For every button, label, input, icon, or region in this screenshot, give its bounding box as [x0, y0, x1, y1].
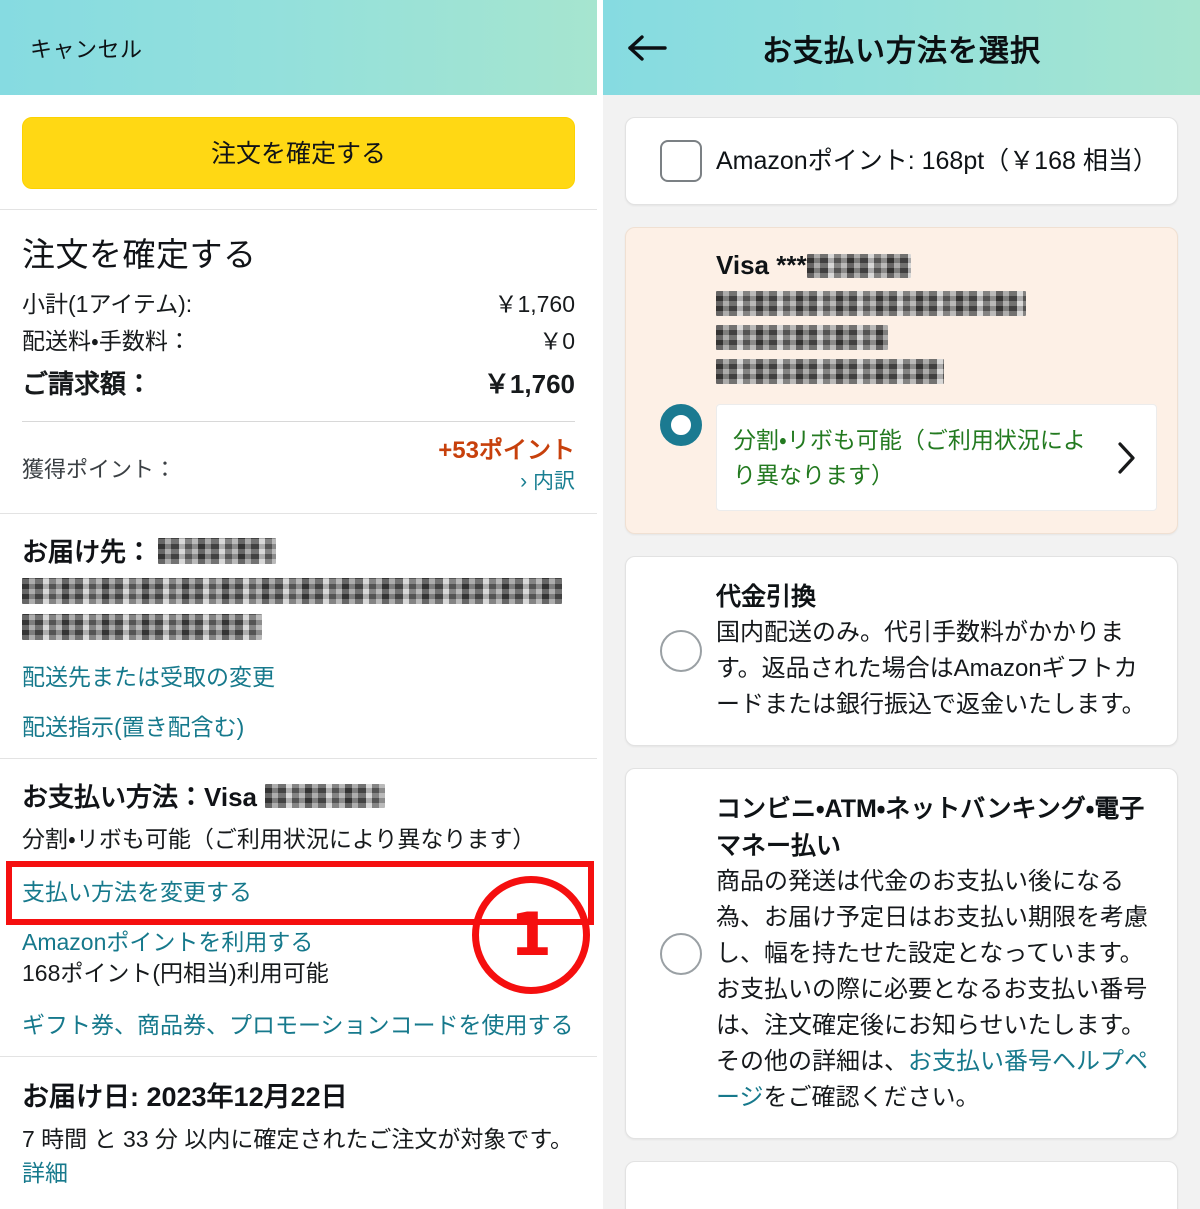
- convenience-atm-description: 商品の発送は代金のお支払い後になる為、お届け予定日はお支払い期限を考慮し、幅を持…: [716, 864, 1157, 1116]
- place-order-button-container: 注文を確定する: [0, 95, 597, 209]
- redacted-recipient-name: [158, 537, 277, 564]
- payment-options-list: Amazonポイント: 168pt（￥168 相当） Visa *** 分割・リ…: [603, 95, 1200, 1209]
- redacted-address-line-2: [22, 614, 262, 641]
- left-appbar: キャンセル: [0, 0, 597, 95]
- convenience-atm-body: コンビニ・ATM・ネットバンキング・電子マネー払い 商品の発送は代金のお支払い後…: [716, 791, 1157, 1116]
- cod-description: 国内配送のみ。代引手数料がかかります。返品された場合はAmazonギフトカードま…: [716, 619, 1146, 719]
- payment-option-cash-on-delivery[interactable]: 代金引換 国内配送のみ。代引手数料がかかります。返品された場合はAmazonギフ…: [625, 556, 1178, 747]
- visa-radio-button[interactable]: [660, 404, 702, 446]
- delivery-date-section: お届け日: 2023年12月22日 7 時間 と 33 分 以内に確定されたご注…: [0, 1057, 597, 1207]
- payment-option-amazon-points[interactable]: Amazonポイント: 168pt（￥168 相当）: [625, 117, 1178, 205]
- points-breakdown-link[interactable]: › 内訳: [520, 470, 575, 493]
- summary-row-total: ご請求額： ￥1,760: [22, 363, 575, 405]
- visa-card-layout: Visa *** 分割・リボも可能（ご利用状況により異なります）: [646, 250, 1157, 511]
- left-panel-order-review: キャンセル 注文を確定する 注文を確定する 小計(1アイテム): ￥1,760 …: [0, 0, 597, 1209]
- place-order-button[interactable]: 注文を確定する: [22, 117, 575, 189]
- summary-rule: [22, 420, 575, 422]
- cod-control: [646, 630, 716, 673]
- convenience-atm-radio-button[interactable]: [660, 932, 702, 975]
- points-available-note: 168ポイント(円相当)利用可能: [22, 959, 329, 986]
- earned-points-row: 獲得ポイント： +53ポイント › 内訳: [22, 436, 575, 498]
- delivery-date-note: 7 時間 と 33 分 以内に確定されたご注文が対象です。 詳細: [22, 1122, 575, 1191]
- summary-row-subtotal: 小計(1アイテム): ￥1,760: [22, 286, 575, 323]
- right-panel-payment-select: お支払い方法を選択 Amazonポイント: 168pt（￥168 相当） Vis…: [603, 0, 1200, 1209]
- amazon-points-body: Amazonポイント: 168pt（￥168 相当）: [716, 143, 1158, 179]
- visa-brand-label: Visa ***: [716, 250, 807, 280]
- redacted-card-detail-line-3: [716, 359, 944, 384]
- shipping-fee-label: 配送料・手数料：: [22, 328, 191, 355]
- amazon-points-control: [646, 140, 716, 182]
- payment-option-next-partial[interactable]: [625, 1160, 1178, 1209]
- change-payment-method-link[interactable]: 支払い方法を変更する: [22, 873, 575, 907]
- payment-method-heading: お支払い方法：Visa: [22, 777, 575, 814]
- visa-radio-holder: [646, 404, 716, 446]
- payment-links: 支払い方法を変更する Amazonポイントを利用する 168ポイント(円相当)利…: [22, 873, 575, 1040]
- shipping-address-section: お届け先： 配送先または受取の変更 配送指示(置き配含む): [0, 514, 597, 758]
- payment-method-section: お支払い方法：Visa 分割・リボも可能（ご利用状況により異なります） 支払い方…: [0, 759, 597, 1056]
- back-arrow-icon[interactable]: [625, 25, 671, 71]
- total-label: ご請求額：: [22, 368, 153, 399]
- delivery-note-text: 7 時間 と 33 分 以内に確定されたご注文が対象です。: [22, 1125, 574, 1152]
- payment-option-convenience-atm[interactable]: コンビニ・ATM・ネットバンキング・電子マネー払い 商品の発送は代金のお支払い後…: [625, 768, 1178, 1139]
- gift-card-promo-link[interactable]: ギフト券、商品券、プロモーションコードを使用する: [22, 1006, 575, 1040]
- delivery-date-heading: お届け日: 2023年12月22日: [22, 1081, 348, 1112]
- order-summary-heading: 注文を確定する: [22, 236, 257, 273]
- amazon-points-label: Amazonポイント: 168pt（￥168 相当）: [716, 146, 1158, 175]
- shipping-address-heading: お届け先：: [22, 532, 575, 569]
- convenience-atm-description-tail: をご確認ください。: [763, 1083, 980, 1111]
- cod-radio-button[interactable]: [660, 630, 702, 673]
- screenshot-root: キャンセル 注文を確定する 注文を確定する 小計(1アイテム): ￥1,760 …: [0, 0, 1200, 1209]
- order-summary-section: 注文を確定する 小計(1アイテム): ￥1,760 配送料・手数料： ￥0 ご請…: [0, 210, 597, 513]
- total-value: ￥1,760: [483, 368, 575, 399]
- earned-points-value: +53ポイント: [438, 436, 575, 464]
- cod-body: 代金引換 国内配送のみ。代引手数料がかかります。返品された場合はAmazonギフ…: [716, 579, 1157, 723]
- payment-method-label: お支払い方法：Visa: [22, 782, 258, 813]
- use-amazon-points-link[interactable]: Amazonポイントを利用する: [22, 923, 575, 957]
- visa-card-body: Visa *** 分割・リボも可能（ご利用状況により異なります）: [716, 250, 1157, 511]
- subtotal-label: 小計(1アイテム):: [22, 291, 193, 317]
- cancel-button[interactable]: キャンセル: [30, 32, 143, 64]
- redacted-card-details: [716, 291, 1157, 384]
- redacted-card-detail-line-1: [716, 291, 1026, 316]
- convenience-atm-description-text: 商品の発送は代金のお支払い後になる為、お届け予定日はお支払い期限を考慮し、幅を持…: [716, 867, 1148, 1075]
- amazon-points-checkbox[interactable]: [660, 140, 702, 182]
- redacted-card-number: [265, 784, 386, 809]
- right-appbar: お支払い方法を選択: [603, 0, 1200, 95]
- convenience-atm-control: [646, 932, 716, 975]
- visa-installment-link-box[interactable]: 分割・リボも可能（ご利用状況により異なります）: [716, 404, 1157, 511]
- redacted-address-line-1: [22, 578, 562, 605]
- redacted-address-block: [22, 569, 575, 642]
- page-title: お支払い方法を選択: [762, 34, 1041, 68]
- redacted-visa-number: [806, 253, 911, 278]
- summary-row-shipping: 配送料・手数料： ￥0: [22, 323, 575, 360]
- subtotal-value: ￥1,760: [494, 291, 575, 317]
- visa-card-heading: Visa ***: [716, 250, 1157, 281]
- delivery-instructions-link[interactable]: 配送指示(置き配含む): [22, 708, 575, 742]
- cod-title: 代金引換: [716, 583, 817, 611]
- earned-points-label: 獲得ポイント：: [22, 456, 177, 482]
- redacted-card-detail-line-2: [716, 325, 888, 350]
- visa-installment-link-text: 分割・リボも可能（ご利用状況により異なります）: [733, 427, 1086, 488]
- delivery-details-link[interactable]: 詳細: [22, 1160, 68, 1186]
- shipping-address-label: お届け先：: [22, 537, 153, 568]
- payment-option-visa-card[interactable]: Visa *** 分割・リボも可能（ご利用状況により異なります）: [625, 227, 1178, 534]
- shipping-fee-value: ￥0: [539, 328, 575, 355]
- change-shipping-address-link[interactable]: 配送先または受取の変更: [22, 658, 575, 692]
- convenience-atm-title: コンビニ・ATM・ネットバンキング・電子マネー払い: [716, 795, 1145, 860]
- earned-points-right: +53ポイント › 内訳: [438, 436, 575, 498]
- installment-note: 分割・リボも可能（ご利用状況により異なります）: [22, 826, 536, 853]
- chevron-right-icon: [1114, 441, 1140, 475]
